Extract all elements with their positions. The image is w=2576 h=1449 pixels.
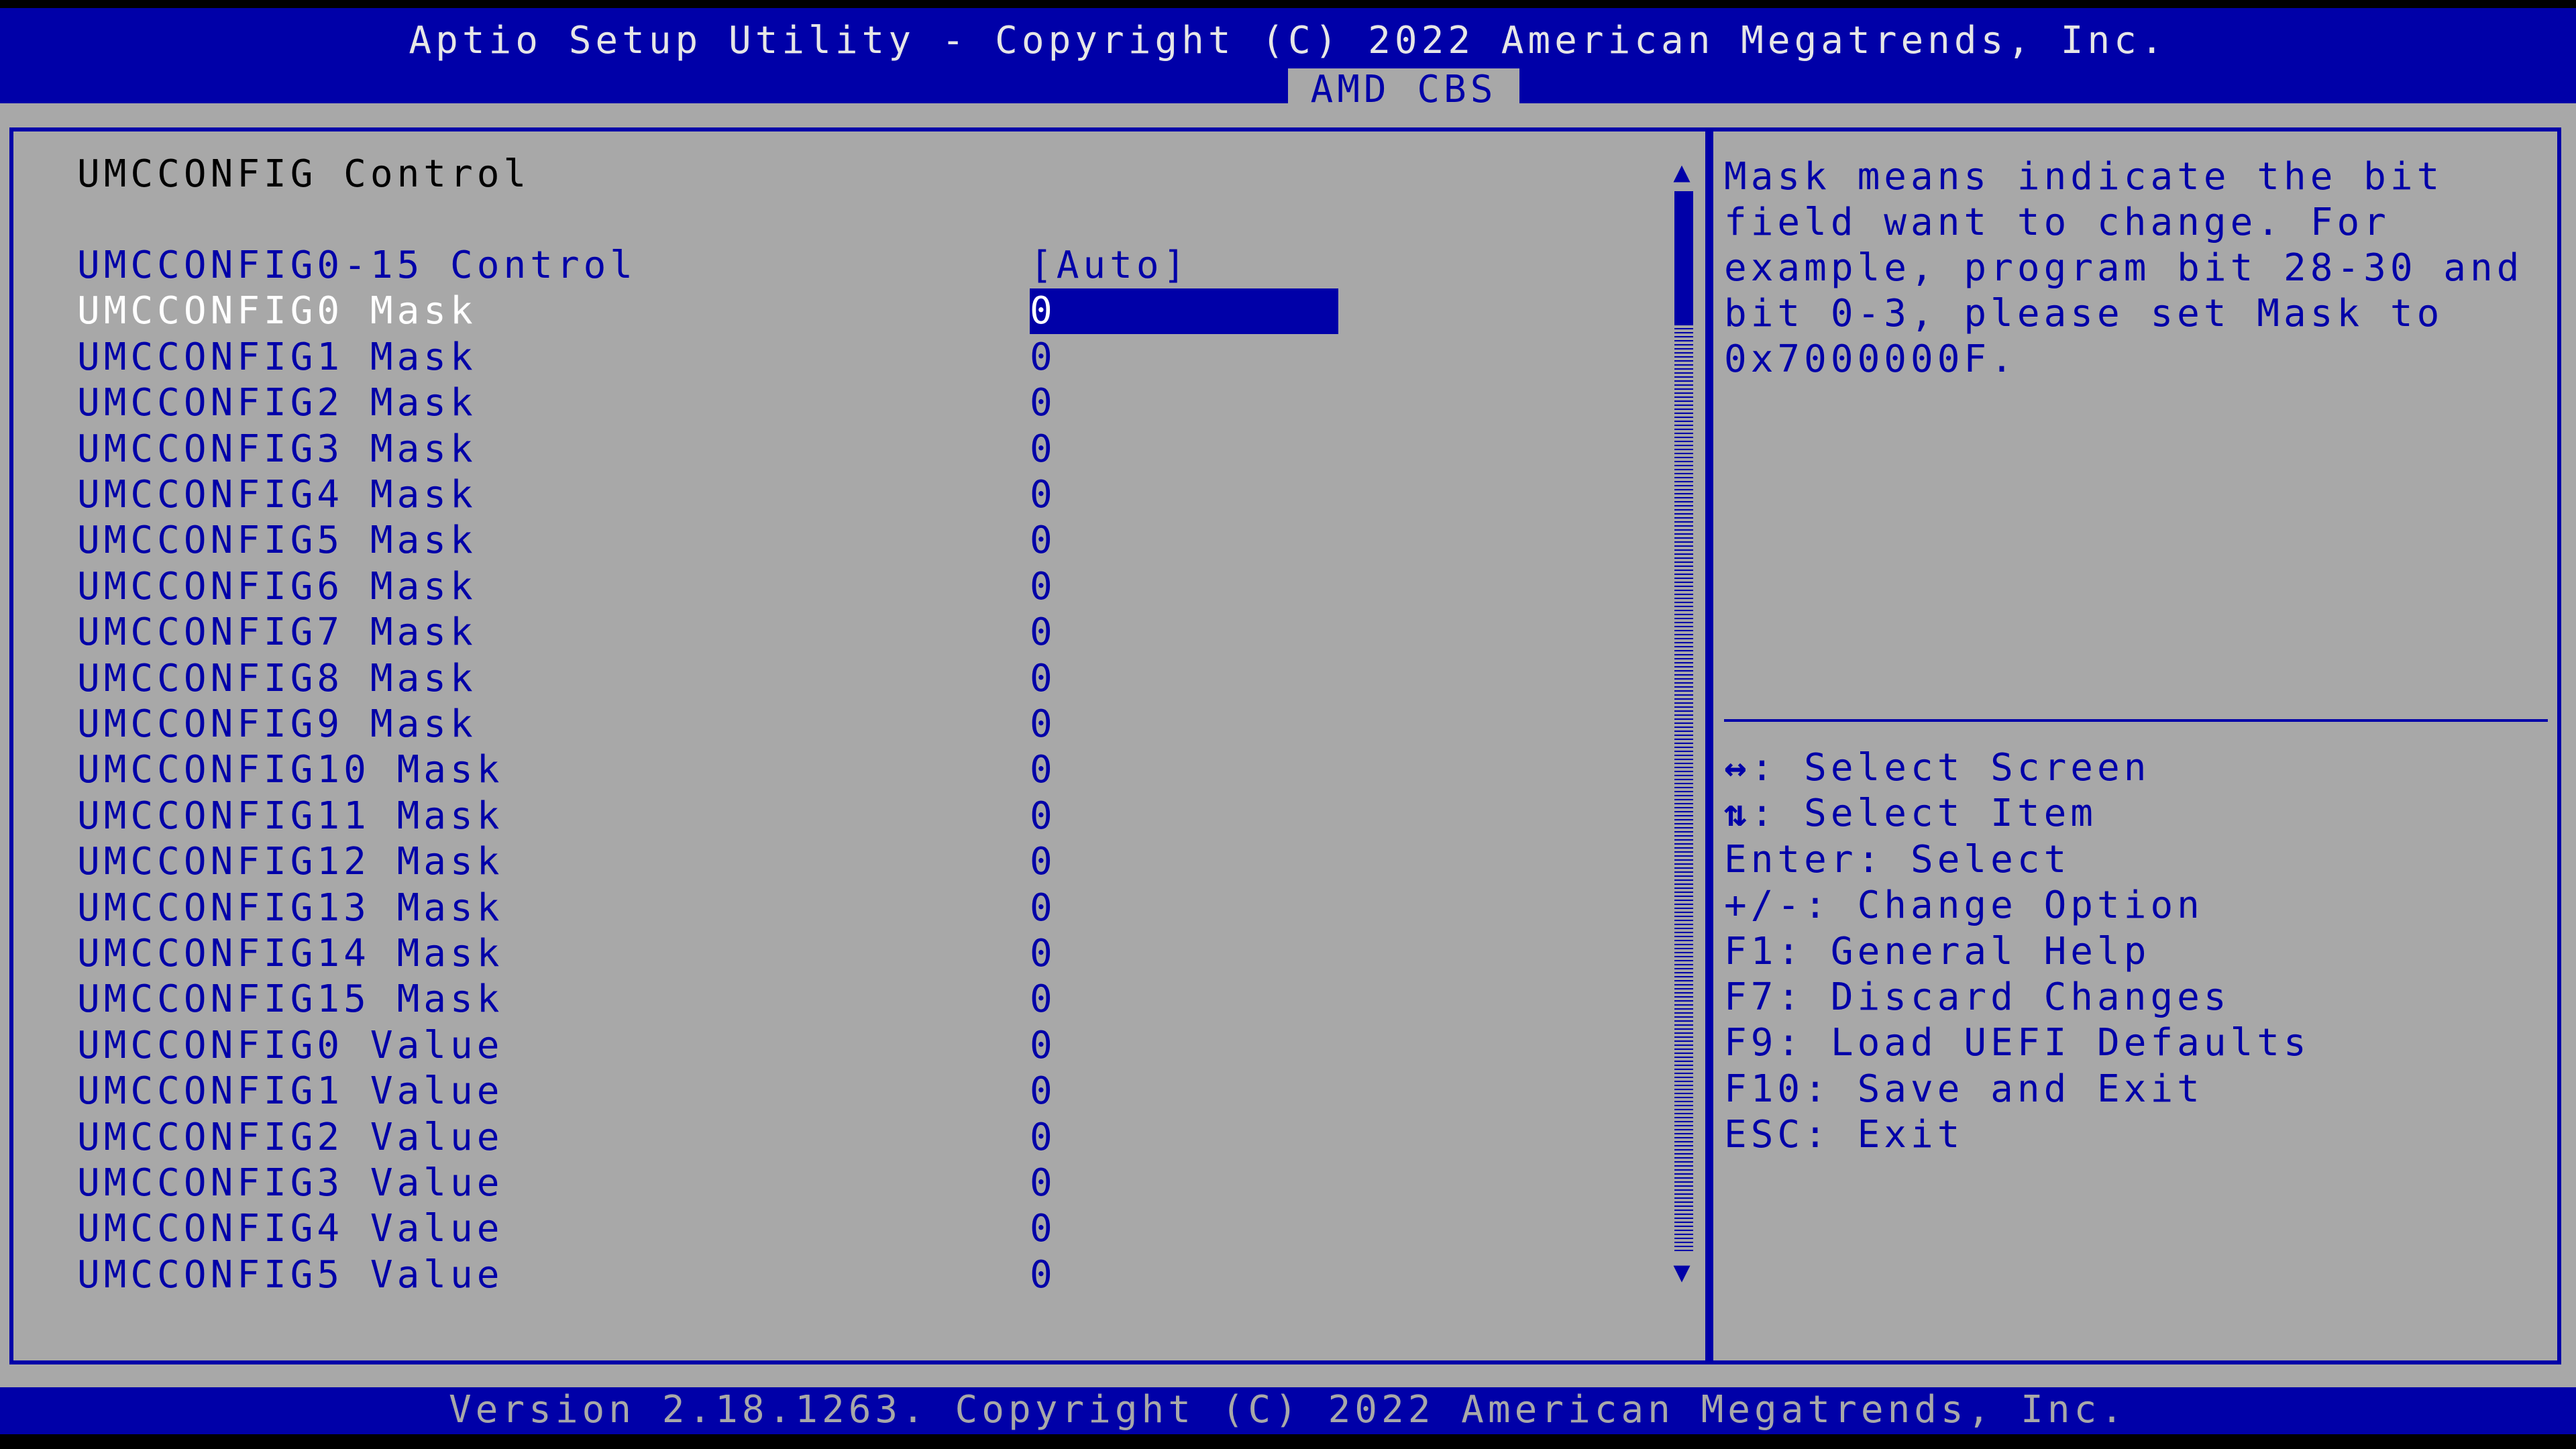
menu-item-value[interactable]: [Auto]: [1030, 247, 1189, 284]
key-legend-item: ESC: Exit: [1724, 1116, 1964, 1154]
key-legend-text: F7: Discard Changes: [1724, 975, 2231, 1019]
footer-version: Version 2.18.1263. Copyright (C) 2022 Am…: [448, 1388, 2128, 1432]
menu-item-label[interactable]: UMCCONFIG4 Mask: [77, 476, 477, 514]
scroll-down-icon[interactable]: ▼: [1669, 1258, 1699, 1286]
menu-item-value-selected[interactable]: 0: [1030, 288, 1338, 334]
key-legend-text: F1: General Help: [1724, 930, 2151, 973]
menu-item-label[interactable]: UMCCONFIG6 Mask: [77, 568, 477, 606]
menu-item-value[interactable]: 0: [1030, 568, 1057, 606]
menu-item-value[interactable]: 0: [1030, 1210, 1057, 1248]
menu-item-label[interactable]: UMCCONFIG5 Mask: [77, 522, 477, 559]
menu-item-value[interactable]: 0: [1030, 384, 1057, 422]
menu-item-value[interactable]: 0: [1030, 1165, 1057, 1202]
menu-item-value[interactable]: 0: [1030, 1073, 1057, 1110]
menu-item-label[interactable]: UMCCONFIG12 Mask: [77, 843, 503, 881]
menu-item-value[interactable]: 0: [1030, 981, 1057, 1018]
key-legend-item: ↔: Select Screen: [1724, 749, 2150, 787]
key-legend-item: F9: Load UEFI Defaults: [1724, 1024, 2310, 1062]
key-legend-item: F7: Discard Changes: [1724, 979, 2231, 1016]
menu-item-value[interactable]: 0: [1030, 798, 1057, 835]
menu-item-label[interactable]: UMCCONFIG5 Value: [77, 1256, 503, 1294]
menu-item-label[interactable]: UMCCONFIG0 Value: [77, 1027, 503, 1065]
menu-item-label[interactable]: UMCCONFIG15 Mask: [77, 981, 503, 1018]
menu-item-value[interactable]: 0: [1030, 1119, 1057, 1157]
menu-item-label[interactable]: UMCCONFIG1 Value: [77, 1073, 503, 1110]
key-legend-item: Enter: Select: [1724, 841, 2070, 879]
menu-item-label[interactable]: UMCCONFIG1 Mask: [77, 339, 477, 376]
menu-item-value[interactable]: 0: [1030, 935, 1057, 973]
menu-item-label[interactable]: UMCCONFIG0-15 Control: [77, 247, 637, 284]
section-title: UMCCONFIG Control: [77, 152, 531, 196]
menu-item-label[interactable]: UMCCONFIG3 Value: [77, 1165, 503, 1202]
key-legend-text: Enter: Select: [1724, 838, 2071, 881]
menu-item-label[interactable]: UMCCONFIG14 Mask: [77, 935, 503, 973]
menu-item-value[interactable]: 0: [1030, 431, 1057, 468]
scrollbar[interactable]: ▲ ▼: [1669, 158, 1699, 1291]
key-legend-text: F9: Load UEFI Defaults: [1724, 1021, 2310, 1065]
key-legend-text: : Select Item: [1750, 792, 2098, 835]
bios-screen: Aptio Setup Utility - Copyright (C) 2022…: [0, 0, 2576, 1449]
menu-item-label[interactable]: UMCCONFIG13 Mask: [77, 890, 503, 927]
menu-item-value[interactable]: 0: [1030, 751, 1057, 789]
menu-item-label[interactable]: UMCCONFIG10 Mask: [77, 751, 503, 789]
key-legend-text: ESC: Exit: [1724, 1113, 1964, 1157]
key-legend-item: +/-: Change Option: [1724, 887, 2204, 924]
menu-item-label[interactable]: UMCCONFIG9 Mask: [77, 706, 477, 743]
menu-item-value[interactable]: 0: [1030, 522, 1057, 559]
menu-item-label[interactable]: UMCCONFIG3 Mask: [77, 431, 477, 468]
menu-item-value[interactable]: 0: [1030, 339, 1057, 376]
key-legend-item: F1: General Help: [1724, 933, 2150, 971]
menu-item-label[interactable]: UMCCONFIG8 Mask: [77, 660, 477, 698]
menu-item-label[interactable]: UMCCONFIG11 Mask: [77, 798, 503, 835]
scroll-thumb[interactable]: [1674, 191, 1693, 325]
menu-item-label[interactable]: UMCCONFIG7 Mask: [77, 614, 477, 651]
key-legend-text: +/-: Change Option: [1724, 883, 2204, 927]
key-legend-text: F10: Save and Exit: [1724, 1067, 2204, 1111]
menu-item-label[interactable]: UMCCONFIG2 Mask: [77, 384, 477, 422]
menu-item-value[interactable]: 0: [1030, 614, 1057, 651]
key-legend-text: : Select Screen: [1750, 746, 2151, 790]
menu-item-value[interactable]: 0: [1030, 476, 1057, 514]
footer-bar: Version 2.18.1263. Copyright (C) 2022 Am…: [0, 1387, 2576, 1434]
header-bar: Aptio Setup Utility - Copyright (C) 2022…: [0, 8, 2576, 111]
menu-item-label[interactable]: UMCCONFIG4 Value: [77, 1210, 503, 1248]
menu-item-label[interactable]: UMCCONFIG2 Value: [77, 1119, 503, 1157]
key-legend-item: F10: Save and Exit: [1724, 1071, 2204, 1108]
help-divider: [1724, 719, 2548, 722]
arrow-left-right-icon: ↔: [1724, 746, 1751, 790]
scroll-up-icon[interactable]: ▲: [1669, 158, 1699, 186]
menu-item-value[interactable]: 0: [1030, 660, 1057, 698]
key-legend-item: ⇅: Select Item: [1724, 795, 2097, 833]
menu-item-value[interactable]: 0: [1030, 1027, 1057, 1065]
menu-item-value[interactable]: 0: [1030, 890, 1057, 927]
menu-item-label[interactable]: UMCCONFIG0 Mask: [77, 292, 477, 330]
help-description: Mask means indicate the bit field want t…: [1724, 155, 2524, 381]
header-title: Aptio Setup Utility - Copyright (C) 2022…: [409, 19, 2167, 62]
menu-item-value[interactable]: 0: [1030, 843, 1057, 881]
menu-item-value[interactable]: 0: [1030, 706, 1057, 743]
scroll-track[interactable]: [1674, 191, 1693, 1251]
arrow-up-down-icon: ⇅: [1724, 792, 1751, 835]
panel-divider: [1707, 127, 1713, 1364]
menu-item-value[interactable]: 0: [1030, 1256, 1057, 1294]
